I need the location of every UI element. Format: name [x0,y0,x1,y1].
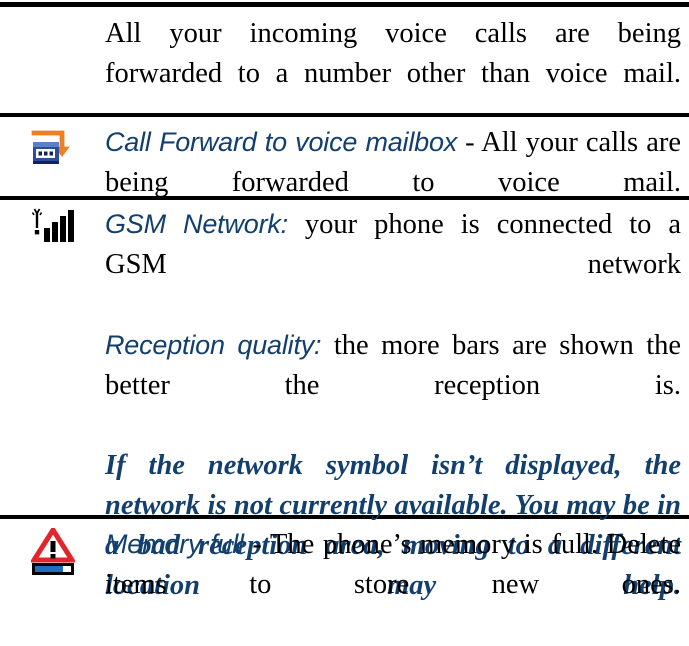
table-row: All your incoming voice calls are being … [0,14,689,134]
row-text-cell: All your incoming voice calls are being … [105,14,689,134]
row-description: Memory full - The phone’s memory is full… [105,524,681,645]
status-label-secondary: Reception quality: [105,330,322,360]
row-icon-cell [0,204,105,244]
status-label: Memory full [105,529,244,559]
status-label: Call Forward to voice mailbox [105,127,458,157]
row-description: GSM Network: your phone is connected to … [105,204,681,325]
row-text-cell: Memory full - The phone’s memory is full… [105,524,689,645]
row-description-secondary: Reception quality: the more bars are sho… [105,325,681,446]
row-description: All your incoming voice calls are being … [105,18,681,89]
status-label: GSM Network: [105,209,288,239]
table-row: Memory full - The phone’s memory is full… [0,524,689,645]
row-icon-cell [0,524,105,576]
gsm-network-signal-bars-icon [31,208,75,244]
table-top-border [0,2,689,7]
row-icon-cell [0,14,105,18]
call-forward-to-voice-mailbox-icon [29,126,77,172]
row-icon-cell [0,122,105,172]
memory-full-warning-icon [30,528,75,576]
manual-page: All your incoming voice calls are being … [0,0,689,601]
